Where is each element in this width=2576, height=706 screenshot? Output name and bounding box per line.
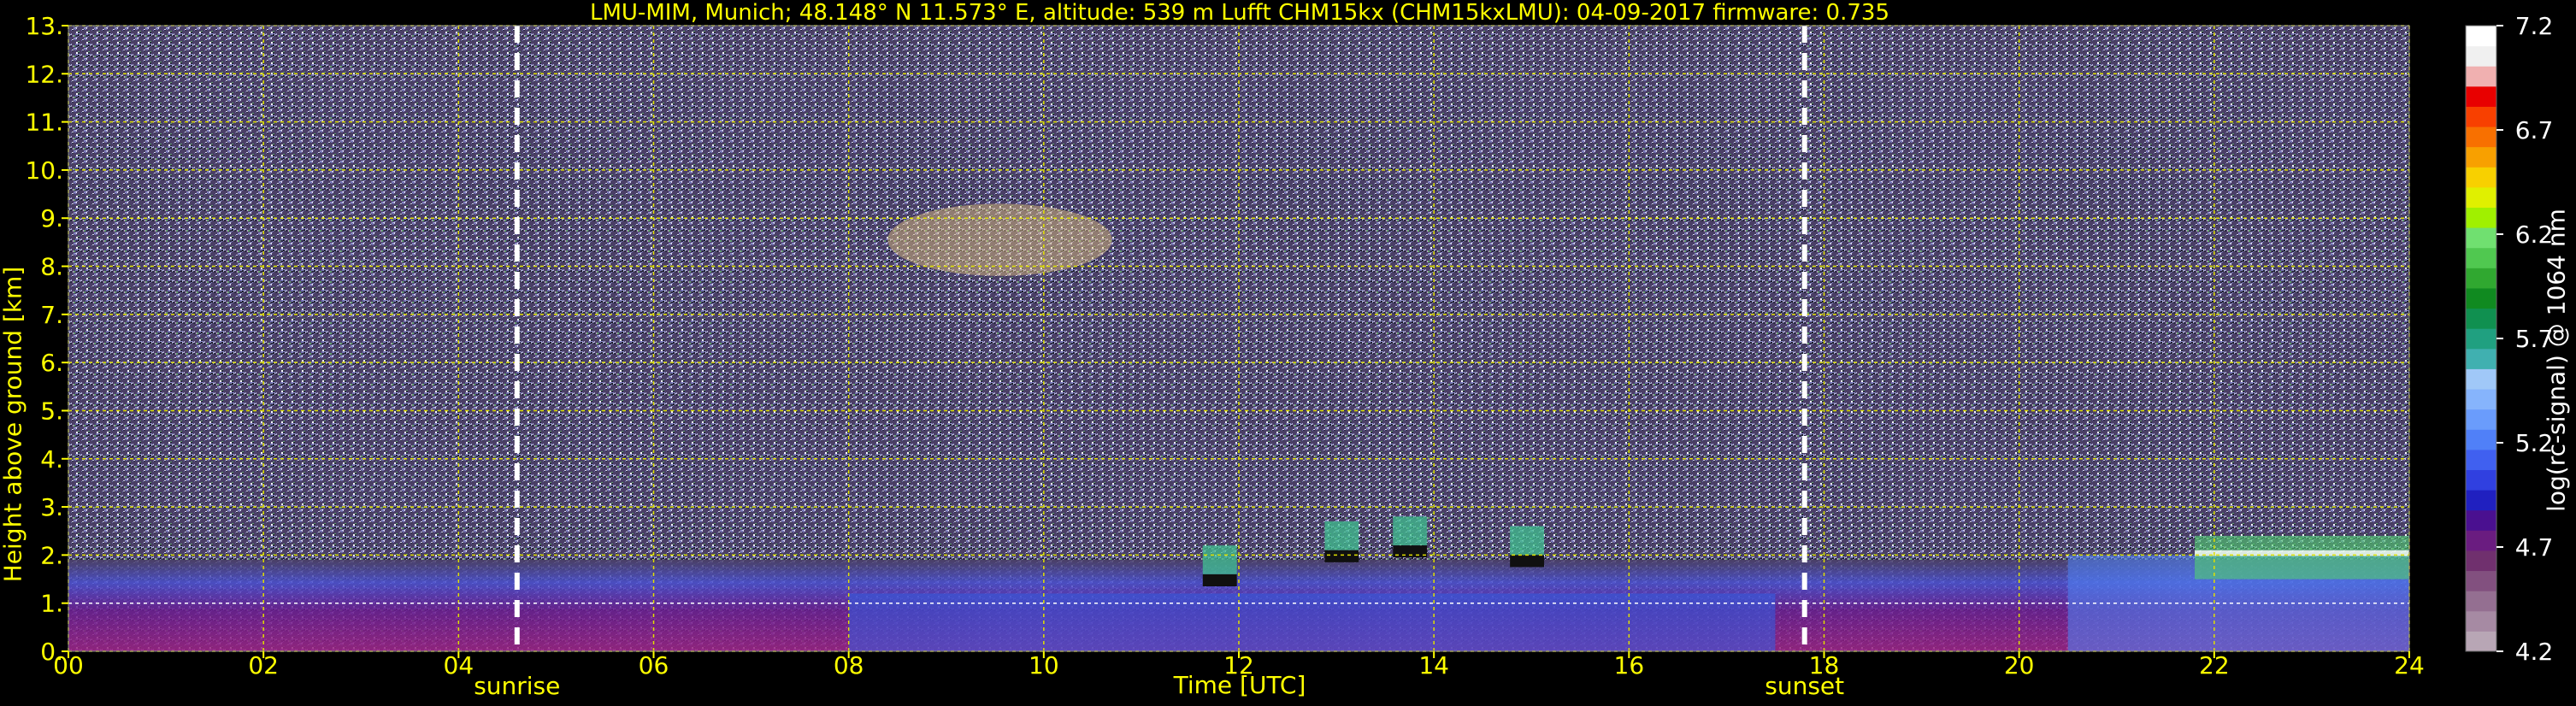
y-tick-label: 5. <box>40 397 63 425</box>
y-tick-label: 8. <box>40 253 63 281</box>
colorbar-segment <box>2466 45 2496 67</box>
colorbar-segment <box>2466 509 2496 531</box>
y-tick-label: 1. <box>40 590 63 618</box>
colorbar-segment <box>2466 207 2496 228</box>
x-tick-label: 22 <box>2199 651 2230 680</box>
x-tick-label: 06 <box>639 651 669 680</box>
plot-background <box>68 26 2409 651</box>
colorbar-segment <box>2466 469 2496 491</box>
low-cloud-base-4 <box>1510 555 1545 568</box>
x-tick-label: 02 <box>248 651 279 680</box>
colorbar-segment <box>2466 490 2496 511</box>
colorbar-segment <box>2466 66 2496 87</box>
colorbar-tick-label: 6.7 <box>2515 116 2554 144</box>
x-tick-label: 16 <box>1614 651 1645 680</box>
y-tick-label: 10. <box>25 156 63 185</box>
colorbar-segment <box>2466 530 2496 551</box>
low-cloud-1 <box>1202 545 1237 574</box>
low-cloud-2 <box>1324 521 1359 550</box>
colorbar-segment <box>2466 348 2496 369</box>
colorbar-segment <box>2466 227 2496 249</box>
colorbar-segment <box>2466 167 2496 188</box>
x-tick-label: 24 <box>2394 651 2425 680</box>
x-axis-label: Time [UTC] <box>1173 671 1306 699</box>
x-tick-label: 08 <box>834 651 864 680</box>
x-tick-label: 20 <box>2004 651 2035 680</box>
sunrise-label: sunrise <box>474 672 560 700</box>
y-tick-label: 2. <box>40 541 63 569</box>
colorbar-segment <box>2466 368 2496 390</box>
y-tick-label: 12. <box>25 60 63 88</box>
cirrus-cloud-region <box>887 203 1112 276</box>
y-tick-label: 6. <box>40 349 63 377</box>
colorbar-segment <box>2466 550 2496 572</box>
colorbar-segment <box>2466 146 2496 168</box>
y-tick-label: 11. <box>25 109 63 137</box>
colorbar-segment <box>2466 287 2496 309</box>
colorbar-segment <box>2466 409 2496 430</box>
x-tick-label: 18 <box>1809 651 1840 680</box>
colorbar-segment <box>2466 106 2496 127</box>
y-tick-label: 9. <box>40 204 63 232</box>
colorbar-label: log(rc-signal) @ 1064 nm <box>2542 209 2571 512</box>
x-tick-label: 04 <box>444 651 475 680</box>
low-cloud-4 <box>1510 526 1545 556</box>
low-cloud-3 <box>1393 516 1428 546</box>
y-tick-label: 4. <box>40 445 63 474</box>
colorbar-segment <box>2466 247 2496 268</box>
low-cloud-base-2 <box>1324 550 1359 562</box>
colorbar-tick-label: 4.2 <box>2515 638 2554 666</box>
colorbar-segment <box>2466 631 2496 652</box>
convective-layer-region <box>848 593 1776 651</box>
chart-svg: sunrise sunset00 02 04 06 08 10 12 14 16 18 20 22 240… <box>25 12 2554 700</box>
colorbar-segment <box>2466 429 2496 450</box>
low-cloud-base-1 <box>1202 574 1237 586</box>
y-tick-label: 7. <box>40 301 63 329</box>
evening-cloud-layer <box>2195 535 2409 580</box>
colorbar-segment <box>2466 610 2496 632</box>
y-tick-label: 3. <box>40 493 63 521</box>
colorbar-segment <box>2466 186 2496 209</box>
x-tick-label: 14 <box>1418 651 1449 680</box>
colorbar-tick-label: 7.2 <box>2515 12 2554 40</box>
colorbar-segment <box>2466 268 2496 289</box>
colorbar-segment <box>2466 328 2496 350</box>
colorbar-segment <box>2466 570 2496 591</box>
y-axis-label: Height above ground [km] <box>0 266 27 583</box>
chart-title: LMU-MIM, Munich; 48.148° N 11.573° E, al… <box>589 0 1889 26</box>
colorbar-segment <box>2466 449 2496 470</box>
colorbar-segment <box>2466 126 2496 148</box>
y-tick-label: 0. <box>40 638 63 666</box>
colorbar-segment <box>2466 85 2496 107</box>
ceilometer-plot: sunrise sunset 00 02 04 06 08 10 12 14 16 18 20 22 24 0… <box>0 0 2576 706</box>
colorbar-segment <box>2466 591 2496 612</box>
colorbar-segment <box>2466 389 2496 410</box>
evening-cloud-top <box>2195 550 2409 556</box>
colorbar-segment <box>2466 26 2496 47</box>
x-tick-label: 10 <box>1029 651 1059 680</box>
colorbar-segment <box>2466 308 2496 329</box>
